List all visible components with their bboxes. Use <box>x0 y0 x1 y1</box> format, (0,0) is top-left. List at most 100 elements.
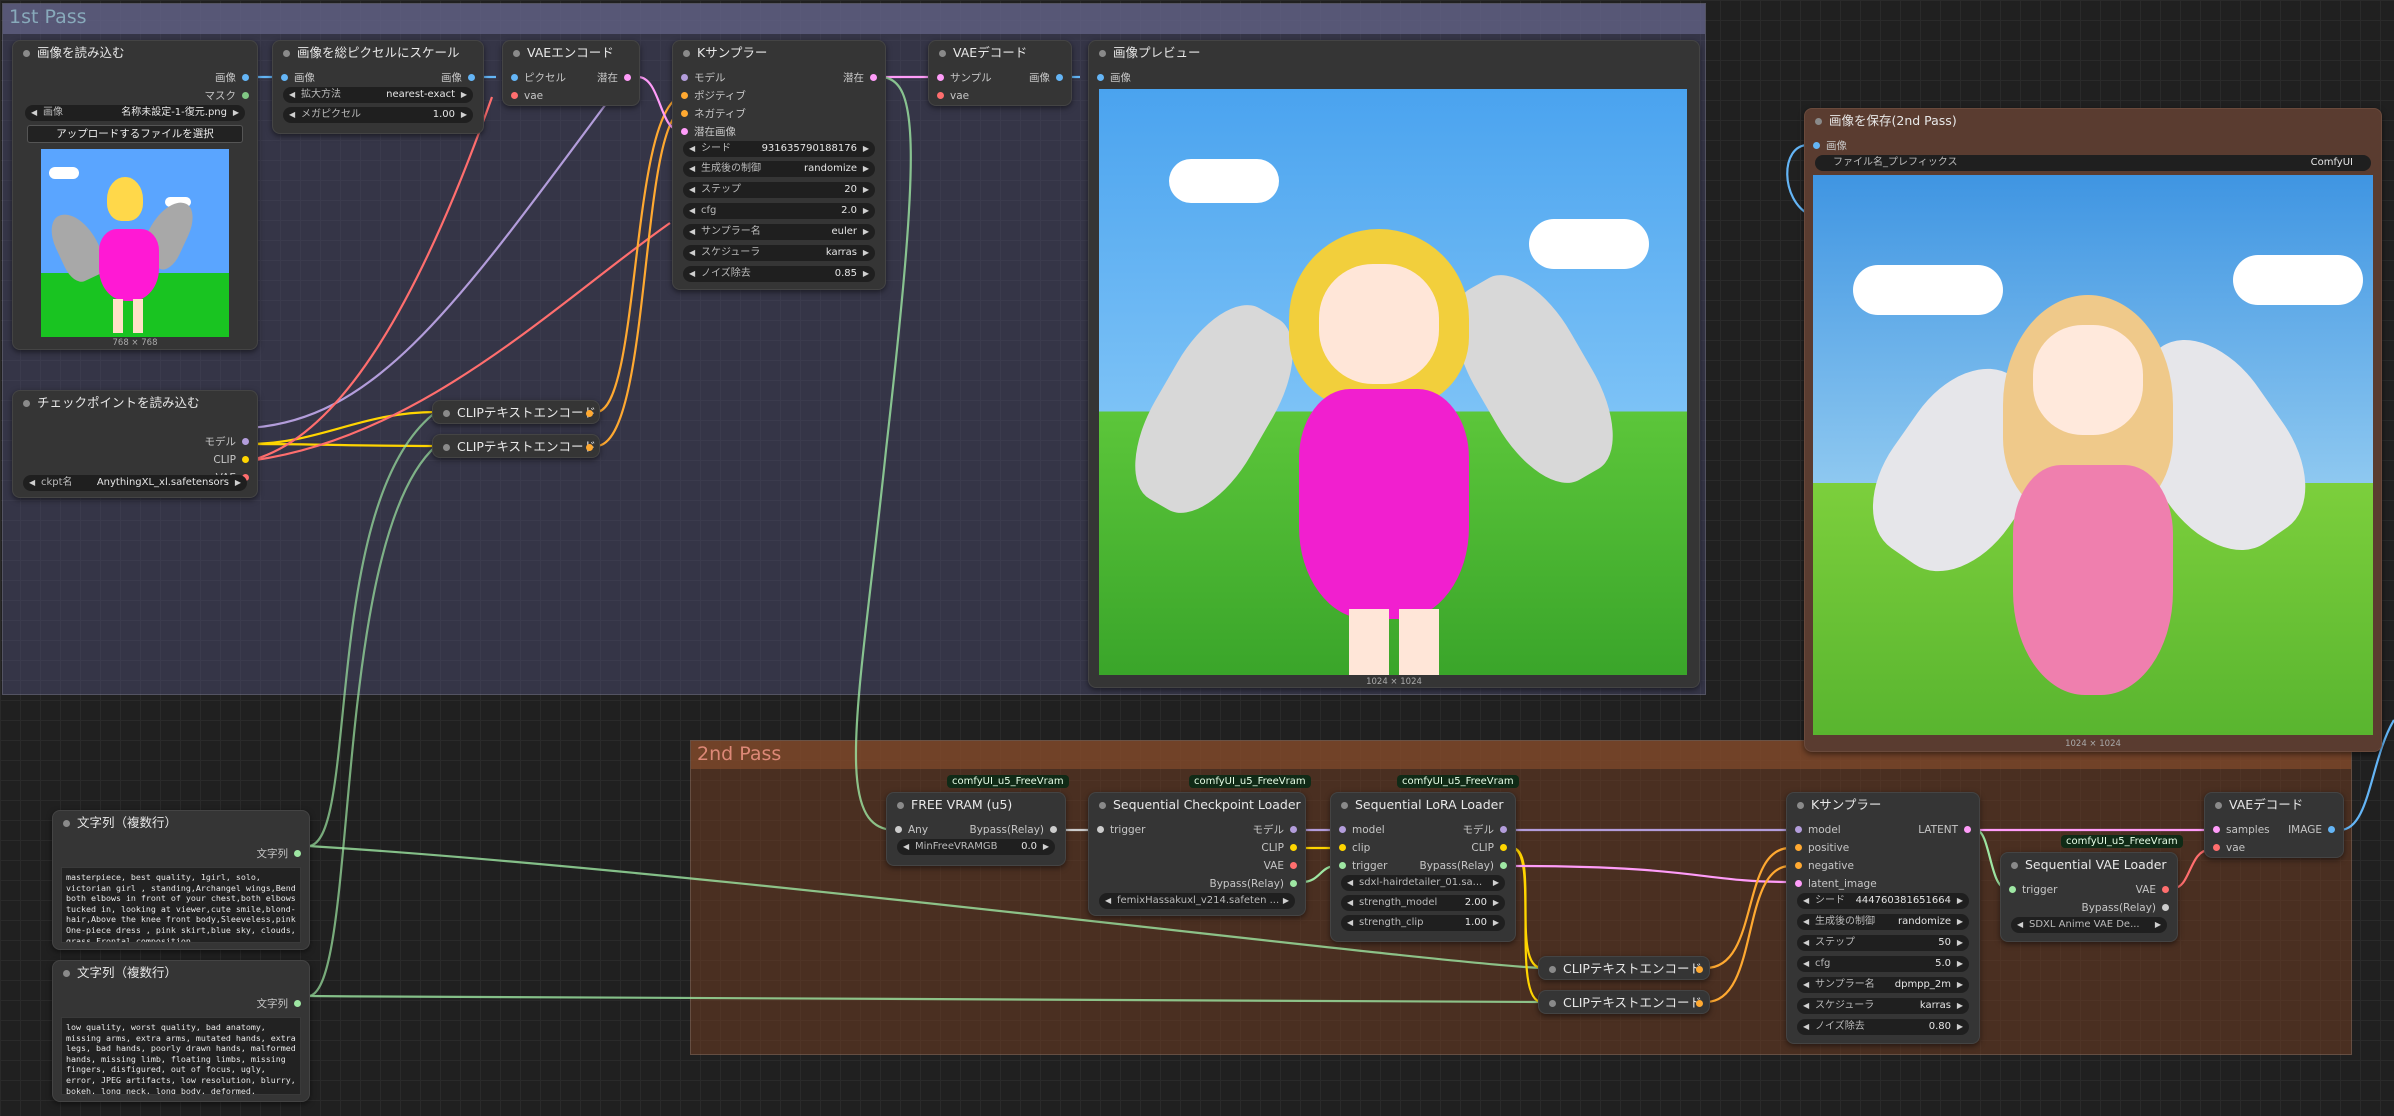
input-trigger-socket[interactable] <box>2009 886 2016 893</box>
output-string-socket[interactable] <box>294 850 301 857</box>
output-clip-socket[interactable] <box>1290 844 1297 851</box>
input-model-socket[interactable] <box>1795 826 1802 833</box>
input-samples-socket[interactable] <box>2213 826 2220 833</box>
input-latent-socket[interactable] <box>681 128 688 135</box>
upscale-method-select[interactable]: ◀ 拡大方法 nearest-exact ▶ <box>283 87 473 103</box>
output-latent-socket[interactable] <box>1964 826 1971 833</box>
node-string-negative[interactable]: 文字列（複数行） 文字列 low quality, worst quality,… <box>52 960 310 1102</box>
input-vae-socket[interactable] <box>2213 844 2220 851</box>
input-samples-socket[interactable] <box>937 74 944 81</box>
node-load-image[interactable]: 画像を読み込む 画像 マスク ◀ 画像 名称未設定-1-復元.png ▶ アップロード… <box>12 40 258 350</box>
control-after-generate-select[interactable]: ◀ 生成後の制御 randomize ▶ <box>1797 914 1969 930</box>
filename-prefix-field[interactable]: ファイル名_プレフィックス ComfyUI <box>1815 155 2371 171</box>
node-seq-checkpoint-loader[interactable]: comfyUI_u5_FreeVram Sequential Checkpoin… <box>1088 775 1311 916</box>
node-scale-image[interactable]: 画像を総ピクセルにスケール 画像 画像 ◀ 拡大方法 nearest-exact ▶ ◀… <box>272 40 484 134</box>
sampler-select[interactable]: ◀ サンプラー名 euler ▶ <box>683 224 875 240</box>
node-clip-encode-1a[interactable]: CLIPテキストエンコード <box>432 400 600 424</box>
seed-field[interactable]: ◀ シード 444760381651664 ▶ <box>1797 893 1969 909</box>
output-model-socket[interactable] <box>1290 826 1297 833</box>
vae-select[interactable]: ◀ SDXL Anime VAE De... ▶ <box>2011 917 2167 933</box>
output-bypass-socket[interactable] <box>1050 826 1057 833</box>
input-latent-socket[interactable] <box>1795 880 1802 887</box>
node-string-positive[interactable]: 文字列（複数行） 文字列 masterpiece, best quality, … <box>52 810 310 950</box>
sampler-select[interactable]: ◀ サンプラー名 dpmpp_2m ▶ <box>1797 977 1969 993</box>
node-canvas[interactable]: 1st Pass 2nd Pass 画像を読み込む 画像 マスク ◀ 画像 名称… <box>0 0 2394 1116</box>
node-clip-encode-2b[interactable]: CLIPテキストエンコード <box>1538 990 1710 1014</box>
input-clip-socket[interactable] <box>1339 844 1346 851</box>
node-load-checkpoint[interactable]: チェックポイントを読み込む モデル CLIP VAE ◀ckpt名Anythin… <box>12 390 258 498</box>
steps-field[interactable]: ◀ ステップ 20 ▶ <box>683 182 875 198</box>
input-positive-socket[interactable] <box>681 92 688 99</box>
strength-model-field[interactable]: ◀ strength_model 2.00 ▶ <box>1341 895 1505 911</box>
input-trigger-socket[interactable] <box>1339 862 1346 869</box>
min-free-vram-field[interactable]: ◀ MinFreeVRAMGB 0.0 ▶ <box>897 839 1055 855</box>
output-vae-socket[interactable] <box>1290 862 1297 869</box>
node-seq-lora-loader[interactable]: comfyUI_u5_FreeVram Sequential LoRA Load… <box>1330 775 1519 942</box>
ckpt-select[interactable]: ◀ ckpt名 AnythingXL_xl.safetensors ▶ <box>23 475 247 491</box>
output-conditioning-socket[interactable] <box>1696 1000 1703 1007</box>
lora-select[interactable]: ◀ sdxl-hairdetailer_01.sa... ▶ <box>1341 875 1505 891</box>
output-string-socket[interactable] <box>294 1000 301 1007</box>
seed-field[interactable]: ◀ シード 931635790188176 ▶ <box>683 141 875 157</box>
scheduler-select[interactable]: ◀ スケジューラ karras ▶ <box>683 245 875 261</box>
input-vae-socket[interactable] <box>511 92 518 99</box>
strength-clip-field[interactable]: ◀ strength_clip 1.00 ▶ <box>1341 915 1505 931</box>
output-bypass-socket[interactable] <box>1290 880 1297 887</box>
node-title: Kサンプラー <box>673 41 885 65</box>
megapixels-field[interactable]: ◀ メガピクセル 1.00 ▶ <box>283 107 473 123</box>
output-model-socket[interactable] <box>242 438 249 445</box>
input-negative-socket[interactable] <box>681 110 688 117</box>
input-pixels-socket[interactable] <box>511 74 518 81</box>
output-image-socket[interactable] <box>1056 74 1063 81</box>
steps-field[interactable]: ◀ ステップ 50 ▶ <box>1797 935 1969 951</box>
output-conditioning-socket[interactable] <box>586 410 593 417</box>
input-any-socket[interactable] <box>895 826 902 833</box>
output-bypass-socket[interactable] <box>1500 862 1507 869</box>
output-mask-socket[interactable] <box>242 92 249 99</box>
input-model-socket[interactable] <box>681 74 688 81</box>
output-latent-socket[interactable] <box>624 74 631 81</box>
output-conditioning-socket[interactable] <box>586 444 593 451</box>
control-after-generate-select[interactable]: ◀ 生成後の制御 randomize ▶ <box>683 161 875 177</box>
node-ksampler-1[interactable]: Kサンプラー モデル 潜在 ポジティブ ネガティブ 潜在画像 ◀ シード 931635… <box>672 40 886 290</box>
input-trigger-socket[interactable] <box>1097 826 1104 833</box>
input-image-socket[interactable] <box>1813 142 1820 149</box>
output-conditioning-socket[interactable] <box>1696 966 1703 973</box>
scheduler-select[interactable]: ◀ スケジューラ karras ▶ <box>1797 998 1969 1014</box>
output-image-socket[interactable] <box>468 74 475 81</box>
input-image-socket[interactable] <box>281 74 288 81</box>
input-positive-socket[interactable] <box>1795 844 1802 851</box>
node-vae-decode-2[interactable]: VAEデコード samples IMAGE vae <box>2204 792 2344 858</box>
output-model-socket[interactable] <box>1500 826 1507 833</box>
node-clip-encode-2a[interactable]: CLIPテキストエンコード <box>1538 956 1710 980</box>
input-vae-socket[interactable] <box>937 92 944 99</box>
node-free-vram[interactable]: comfyUI_u5_FreeVram FREE VRAM (u5) Any By… <box>886 775 1069 866</box>
node-vae-encode[interactable]: VAEエンコード ピクセル 潜在 vae <box>502 40 640 106</box>
seq-ckpt-select[interactable]: ◀ femixHassakuxl_v214.safeten ... ▶ <box>1099 893 1295 909</box>
negative-prompt-textarea[interactable]: low quality, worst quality, bad anatomy,… <box>61 1017 301 1095</box>
denoise-field[interactable]: ◀ ノイズ除去 0.80 ▶ <box>1797 1019 1969 1035</box>
output-bypass-label: Bypass(Relay) <box>969 824 1045 836</box>
upload-button[interactable]: アップロードするファイルを選択 <box>27 125 243 143</box>
output-image-socket[interactable] <box>2328 826 2335 833</box>
node-seq-vae-loader[interactable]: comfyUI_u5_FreeVram Sequential VAE Loade… <box>2000 835 2183 942</box>
input-model-socket[interactable] <box>1339 826 1346 833</box>
positive-prompt-textarea[interactable]: masterpiece, best quality, 1girl, solo, … <box>61 867 301 943</box>
node-ksampler-2[interactable]: Kサンプラー model LATENT positive negative lat… <box>1786 792 1980 1044</box>
cfg-field[interactable]: ◀ cfg 5.0 ▶ <box>1797 956 1969 972</box>
input-negative-socket[interactable] <box>1795 862 1802 869</box>
output-bypass-socket[interactable] <box>2162 904 2169 911</box>
node-image-preview[interactable]: 画像プレビュー 画像 1024 × 1024 <box>1088 40 1700 688</box>
cfg-field[interactable]: ◀ cfg 2.0 ▶ <box>683 203 875 219</box>
output-clip-socket[interactable] <box>242 456 249 463</box>
node-vae-decode-1[interactable]: VAEデコード サンプル 画像 vae <box>928 40 1072 106</box>
output-image-socket[interactable] <box>242 74 249 81</box>
input-image-socket[interactable] <box>1097 74 1104 81</box>
denoise-field[interactable]: ◀ ノイズ除去 0.85 ▶ <box>683 266 875 282</box>
output-vae-socket[interactable] <box>2162 886 2169 893</box>
output-latent-socket[interactable] <box>870 74 877 81</box>
image-select[interactable]: ◀ 画像 名称未設定-1-復元.png ▶ <box>25 105 245 121</box>
output-clip-socket[interactable] <box>1500 844 1507 851</box>
node-clip-encode-1b[interactable]: CLIPテキストエンコード <box>432 434 600 458</box>
node-save-image[interactable]: 画像を保存(2nd Pass) 画像 ファイル名_プレフィックス ComfyUI … <box>1804 108 2382 752</box>
